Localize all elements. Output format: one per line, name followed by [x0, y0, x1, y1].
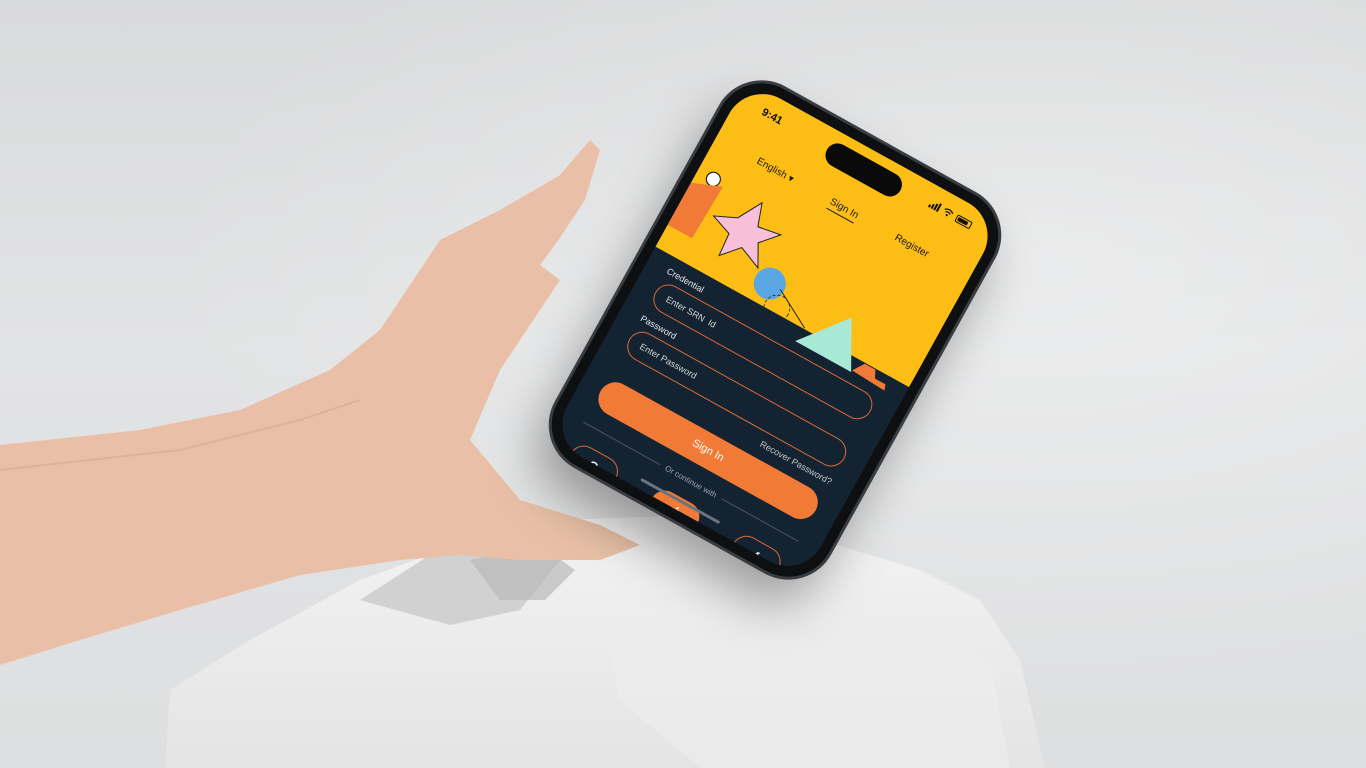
blue-circle-shape: [753, 267, 786, 300]
